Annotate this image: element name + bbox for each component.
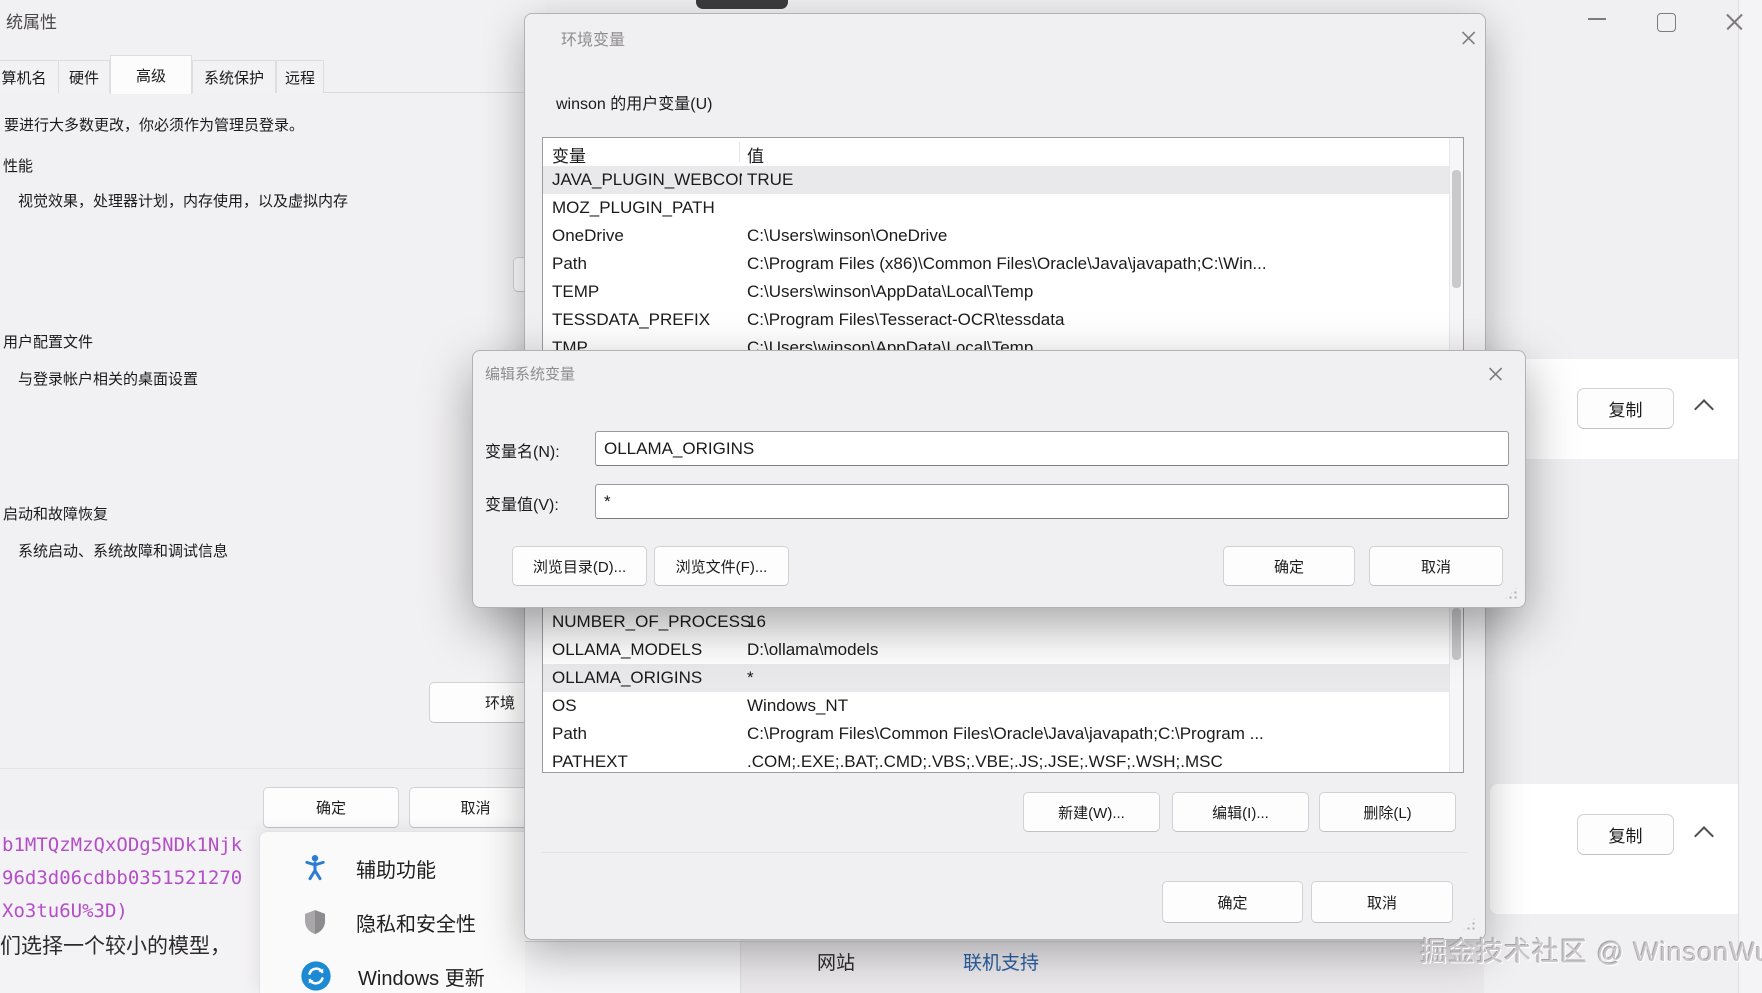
table-row[interactable]: OLLAMA_MODELS D:\ollama\models [543, 636, 1463, 664]
table-row[interactable]: JAVA_PLUGIN_WEBCONTRO... TRUE [543, 166, 1463, 194]
copy-button[interactable]: 复制 [1577, 814, 1674, 855]
dialog-title: 编辑系统变量 [485, 366, 576, 383]
user-profiles-title: 用户配置文件 [3, 334, 94, 351]
ok-button[interactable]: 确定 [263, 787, 399, 828]
website-label: 网站 [817, 953, 856, 974]
maximize-button[interactable] [1657, 13, 1676, 32]
terminal-line: Xo3tu6U%3D) [2, 900, 128, 922]
column-divider[interactable] [739, 142, 740, 162]
cancel-button[interactable]: 取消 [1311, 881, 1453, 923]
scrollbar-thumb[interactable] [1452, 170, 1461, 288]
sidebar-item-label: 辅助功能 [356, 859, 436, 882]
scrollbar-thumb[interactable] [1452, 608, 1461, 660]
cancel-button[interactable]: 取消 [409, 787, 542, 828]
minimize-button[interactable] [1588, 18, 1608, 22]
tab-computer-name[interactable]: 算机名 [0, 60, 60, 93]
terminal-line: b1MTQzMzQxODg5NDk1Njk [2, 834, 243, 856]
user-variables-group-label: winson 的用户变量(U) [556, 96, 713, 113]
admin-note: 要进行大多数更改，你必须作为管理员登录。 [4, 117, 305, 134]
background-footer-band: 网站 联机支持 [525, 941, 1484, 993]
table-row[interactable]: TESSDATA_PREFIX C:\Program Files\Tessera… [543, 306, 1463, 334]
cancel-button[interactable]: 取消 [1369, 546, 1503, 586]
user-profiles-desc: 与登录帐户相关的桌面设置 [18, 371, 199, 388]
shield-icon [305, 910, 325, 934]
tab-system-protection[interactable]: 系统保护 [192, 60, 276, 93]
background-window-fragment [696, 0, 788, 9]
table-row[interactable]: Path C:\Program Files (x86)\Common Files… [543, 250, 1463, 278]
table-row[interactable]: PATHEXT .COM;.EXE;.BAT;.CMD;.VBS;.VBE;.J… [543, 748, 1463, 772]
close-button[interactable] [1725, 12, 1745, 32]
article-text: 们选择一个较小的模型， [0, 935, 231, 958]
system-properties-window: 统属性 算机名 硬件 高级 系统保护 远程 要进行大多数更改，你必须作为管理员登… [0, 0, 617, 830]
resize-grip[interactable] [1503, 585, 1519, 601]
variable-name-input[interactable] [595, 431, 1509, 466]
sidebar-item-label: 隐私和安全性 [356, 913, 476, 936]
table-row[interactable]: OneDrive C:\Users\winson\OneDrive [543, 222, 1463, 250]
browse-directory-button[interactable]: 浏览目录(D)... [512, 546, 647, 586]
footer-separator [542, 852, 1468, 853]
table-header[interactable]: 变量 值 [543, 138, 1463, 167]
watermark: 掘金技术社区 @ WinsonWu [1420, 937, 1762, 967]
table-row[interactable]: OS Windows_NT [543, 692, 1463, 720]
close-icon[interactable] [1461, 30, 1477, 46]
variable-name-label: 变量名(N): [485, 444, 560, 461]
variable-value-label: 变量值(V): [485, 497, 559, 514]
terminal-line: 96d3d06cdbb0351521270 [2, 867, 243, 889]
footer-separator [0, 768, 525, 769]
online-support-link[interactable]: 联机支持 [963, 948, 1039, 975]
ok-button[interactable]: 确定 [1223, 546, 1355, 586]
table-row[interactable]: Path C:\Program Files\Common Files\Oracl… [543, 720, 1463, 748]
startup-recovery-desc: 系统启动、系统故障和调试信息 [18, 543, 229, 560]
column-header-value[interactable]: 值 [747, 142, 1447, 167]
edit-variable-button[interactable]: 编辑(I)... [1172, 792, 1309, 832]
close-icon[interactable] [1488, 366, 1504, 382]
table-row[interactable]: OLLAMA_ORIGINS * [543, 664, 1463, 692]
new-variable-button[interactable]: 新建(W)... [1023, 792, 1160, 832]
page-right-strip [1739, 0, 1762, 993]
edit-system-variable-dialog: 编辑系统变量 变量名(N): 变量值(V): 浏览目录(D)... 浏览文件(F… [472, 350, 1526, 608]
performance-title: 性能 [3, 158, 34, 175]
performance-desc: 视觉效果，处理器计划，内存使用，以及虚拟内存 [18, 193, 349, 210]
tab-advanced[interactable]: 高级 [110, 55, 192, 94]
copy-button[interactable]: 复制 [1577, 388, 1674, 429]
footer-band-light [525, 942, 741, 993]
table-row[interactable]: MOZ_PLUGIN_PATH [543, 194, 1463, 222]
startup-recovery-title: 启动和故障恢复 [3, 506, 109, 523]
dialog-title: 环境变量 [561, 32, 626, 49]
tab-hardware[interactable]: 硬件 [58, 60, 110, 93]
browse-file-button[interactable]: 浏览文件(F)... [654, 546, 789, 586]
tab-remote[interactable]: 远程 [276, 60, 324, 93]
delete-variable-button[interactable]: 删除(L) [1319, 792, 1456, 832]
table-row[interactable]: NUMBER_OF_PROCESSORS 16 [543, 608, 1463, 636]
variable-value-input[interactable] [595, 484, 1509, 519]
sidebar-item-label: Windows 更新 [358, 967, 485, 990]
table-row[interactable]: TEMP C:\Users\winson\AppData\Local\Temp [543, 278, 1463, 306]
window-title: 统属性 [6, 13, 57, 32]
screen: 统属性 算机名 硬件 高级 系统保护 远程 要进行大多数更改，你必须作为管理员登… [0, 0, 1762, 993]
accessibility-icon [305, 855, 325, 881]
sync-icon [301, 961, 331, 991]
column-header-variable[interactable]: 变量 [552, 142, 742, 167]
ok-button[interactable]: 确定 [1162, 881, 1303, 923]
